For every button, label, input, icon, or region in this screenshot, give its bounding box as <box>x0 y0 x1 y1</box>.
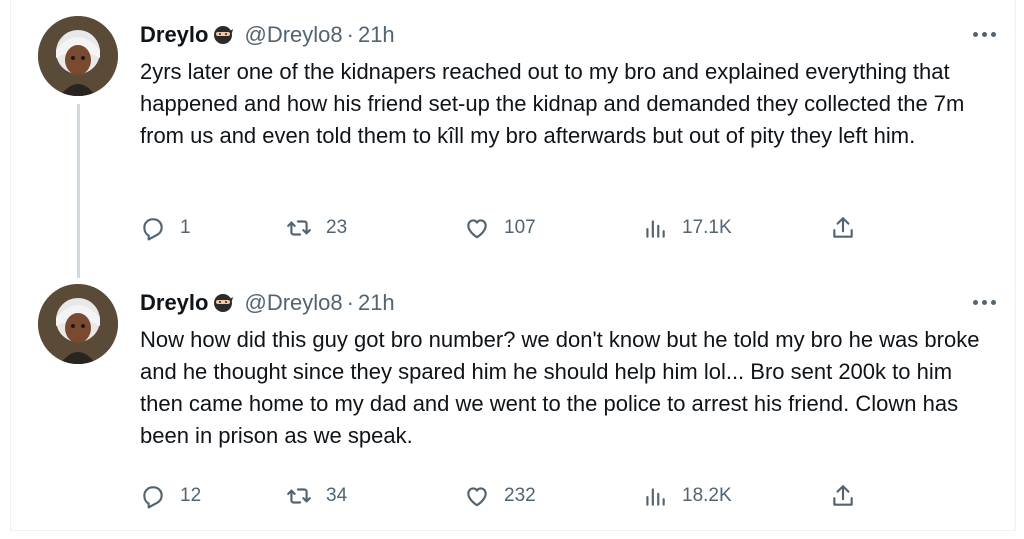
avatar[interactable] <box>38 16 118 96</box>
views-button[interactable]: 17.1K <box>642 210 732 246</box>
retweet-button[interactable]: 23 <box>286 210 347 246</box>
reply-button[interactable]: 12 <box>140 478 201 514</box>
thread-connector-line <box>77 104 80 278</box>
retweet-arrows-icon <box>287 488 311 504</box>
upload-arrow-icon <box>833 485 853 506</box>
tweet-actions: 12 34 232 18.2K <box>140 478 860 514</box>
speech-bubble-icon <box>143 486 163 509</box>
view-count: 17.1K <box>682 217 732 238</box>
speech-bubble-icon <box>143 218 163 241</box>
share-button[interactable] <box>830 210 856 246</box>
views-button[interactable]: 18.2K <box>642 478 732 514</box>
like-count: 232 <box>504 485 536 506</box>
like-button[interactable]: 232 <box>464 478 536 514</box>
header-separator: · <box>346 22 354 47</box>
avatar-image <box>38 284 118 364</box>
header-separator: · <box>346 290 354 315</box>
heart-icon <box>467 487 487 507</box>
bar-chart-icon <box>646 220 665 238</box>
avatar-image <box>38 16 118 96</box>
author-handle[interactable]: @Dreylo8 <box>244 290 342 316</box>
author-name[interactable]: Dreylo <box>140 290 208 316</box>
more-options-button[interactable] <box>966 22 1002 46</box>
tweet-text: Now how did this guy got bro number? we … <box>140 327 980 448</box>
share-button[interactable] <box>830 478 856 514</box>
bar-chart-icon <box>646 488 665 506</box>
retweet-arrows-icon <box>287 220 311 236</box>
heart-icon <box>467 219 487 239</box>
reply-button[interactable]: 1 <box>140 210 191 246</box>
like-count: 107 <box>504 217 536 238</box>
reply-count: 12 <box>180 485 202 506</box>
tweet-header: Dreylo @Dreylo8 · 21h <box>140 18 395 52</box>
ninja-emoji-icon <box>212 24 234 46</box>
ninja-emoji-icon <box>212 292 234 314</box>
view-count: 18.2K <box>682 485 732 506</box>
author-name[interactable]: Dreylo <box>140 22 208 48</box>
like-button[interactable]: 107 <box>464 210 536 246</box>
avatar[interactable] <box>38 284 118 364</box>
tweet-header: Dreylo @Dreylo8 · 21h <box>140 286 395 320</box>
author-handle[interactable]: @Dreylo8 <box>244 22 342 48</box>
retweet-count: 23 <box>326 217 348 238</box>
tweet-timestamp[interactable]: 21h <box>358 290 395 316</box>
more-options-button[interactable] <box>966 290 1002 314</box>
tweet-text: 2yrs later one of the kidnapers reached … <box>140 59 965 148</box>
tweet-actions: 1 23 107 17.1K <box>140 210 860 246</box>
upload-arrow-icon <box>833 217 853 238</box>
reply-count: 1 <box>180 217 191 238</box>
tweet-timestamp[interactable]: 21h <box>358 22 395 48</box>
retweet-count: 34 <box>326 485 348 506</box>
retweet-button[interactable]: 34 <box>286 478 347 514</box>
